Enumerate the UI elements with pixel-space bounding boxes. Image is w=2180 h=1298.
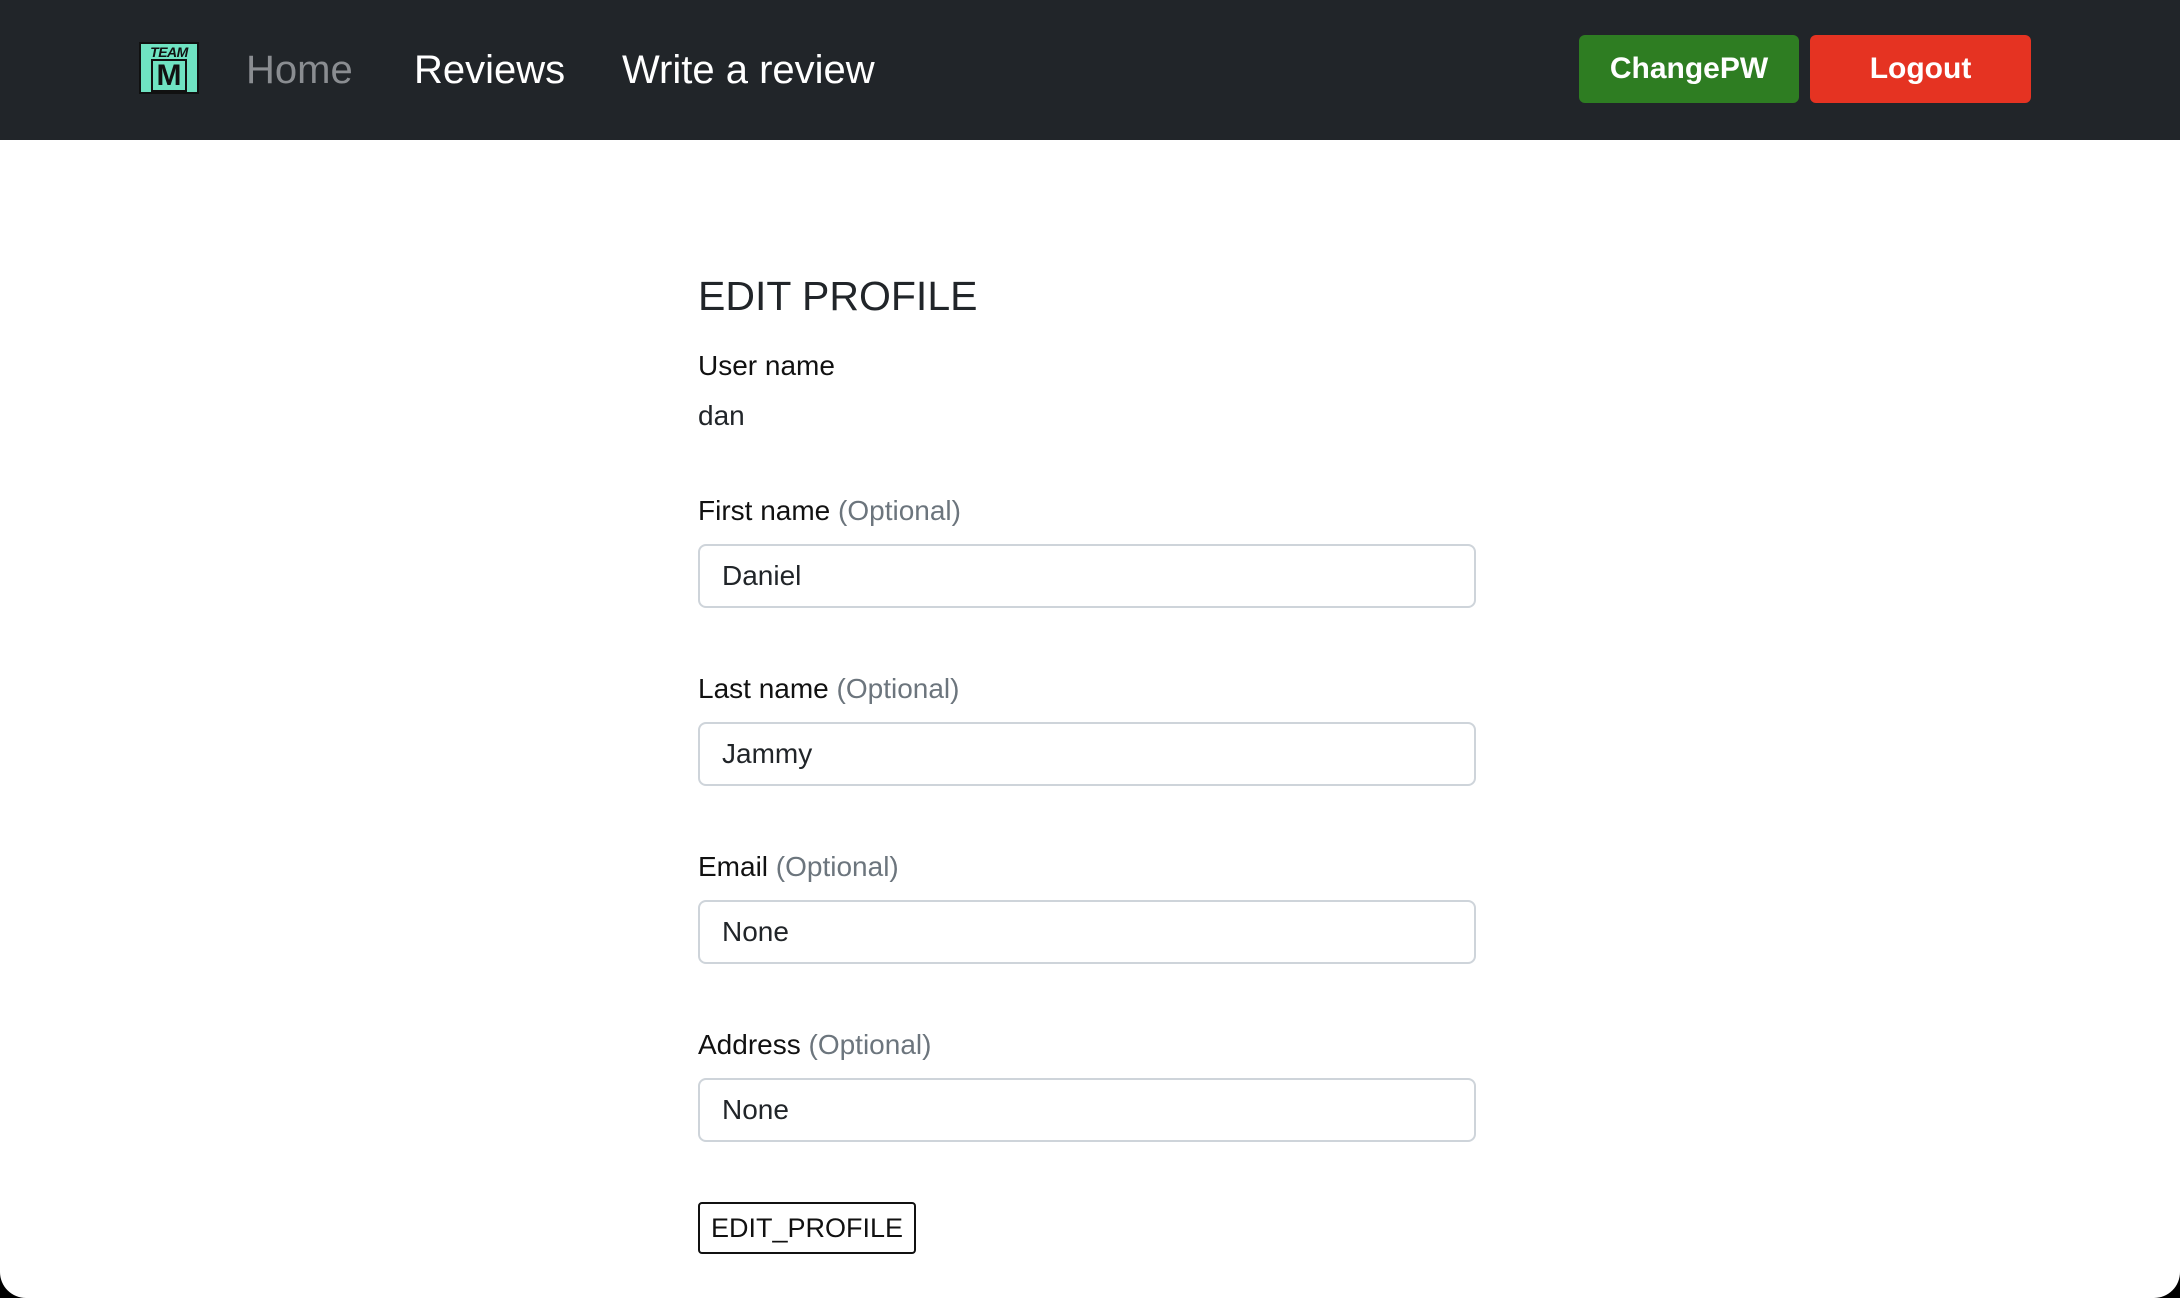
edit-profile-submit-button[interactable]: EDIT_PROFILE <box>698 1202 917 1254</box>
logo-text-team: TEAM <box>150 44 188 60</box>
top-navbar: TEAM M Home Reviews Write a review Chang… <box>0 0 2180 140</box>
first-name-label: First name (Optional) <box>698 494 961 528</box>
page-title: EDIT PROFILE <box>698 273 978 319</box>
first-name-label-text: First name <box>698 495 831 526</box>
optional-hint: (Optional) <box>808 1029 932 1060</box>
last-name-input[interactable] <box>698 722 1476 786</box>
nav-link-home[interactable]: Home <box>246 46 353 94</box>
address-input[interactable] <box>698 1078 1476 1142</box>
username-value: dan <box>698 400 745 431</box>
change-password-button[interactable]: ChangePW <box>1579 35 1799 103</box>
optional-hint: (Optional) <box>775 851 899 882</box>
logout-button[interactable]: Logout <box>1810 35 2031 103</box>
address-label-text: Address <box>698 1029 801 1060</box>
browser-window: TEAM M Home Reviews Write a review Chang… <box>0 0 2180 1298</box>
first-name-input[interactable] <box>698 544 1476 608</box>
logo-text-m: M <box>151 59 187 92</box>
username-label: User name <box>698 350 835 381</box>
email-label-text: Email <box>698 851 769 882</box>
last-name-label-text: Last name <box>698 673 829 704</box>
optional-hint: (Optional) <box>836 673 960 704</box>
nav-link-reviews[interactable]: Reviews <box>414 46 565 94</box>
email-input[interactable] <box>698 900 1476 964</box>
nav-link-write-review[interactable]: Write a review <box>622 46 875 94</box>
last-name-label: Last name (Optional) <box>698 672 959 706</box>
team-m-logo[interactable]: TEAM M <box>139 42 199 94</box>
address-label: Address (Optional) <box>698 1028 931 1062</box>
optional-hint: (Optional) <box>838 495 961 526</box>
email-label: Email (Optional) <box>698 850 899 884</box>
